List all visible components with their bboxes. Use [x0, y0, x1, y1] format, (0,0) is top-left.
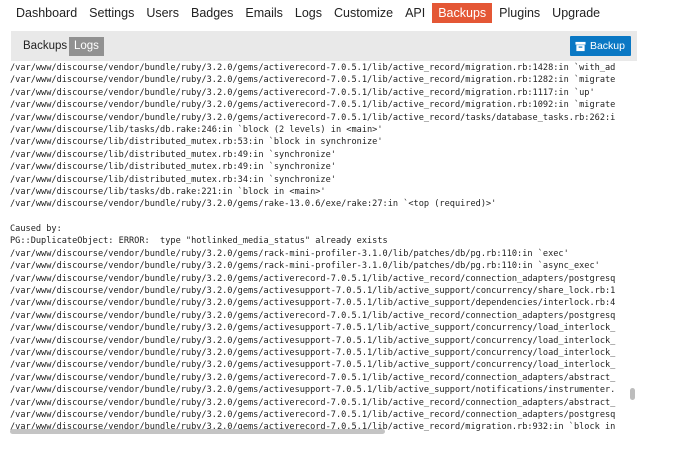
- tab-logs[interactable]: Logs: [69, 37, 104, 56]
- log-line: /var/www/discourse/lib/distributed_mutex…: [10, 137, 383, 148]
- log-line: /var/www/discourse/lib/distributed_mutex…: [10, 162, 336, 173]
- log-line: /var/www/discourse/lib/distributed_mutex…: [10, 149, 336, 160]
- log-line: /var/www/discourse/vendor/bundle/ruby/3.…: [10, 372, 616, 383]
- log-line: /var/www/discourse/lib/tasks/db.rake:221…: [10, 186, 326, 197]
- vertical-scrollbar[interactable]: [630, 62, 636, 434]
- log-line: /var/www/discourse/vendor/bundle/ruby/3.…: [10, 360, 616, 371]
- log-line: /var/www/discourse/vendor/bundle/ruby/3.…: [10, 63, 616, 73]
- vertical-scrollbar-thumb[interactable]: [630, 388, 635, 400]
- log-line: Caused by:: [10, 224, 62, 235]
- admin-nav: Dashboard Settings Users Badges Emails Logs Cu…: [10, 3, 606, 23]
- archive-icon: [575, 41, 586, 51]
- log-line: /var/www/discourse/vendor/bundle/ruby/3.…: [10, 397, 616, 408]
- log-line: /var/www/discourse/vendor/bundle/ruby/3.…: [10, 286, 616, 297]
- nav-item-customize[interactable]: Customize: [328, 3, 399, 23]
- backup-button[interactable]: Backup: [569, 36, 631, 56]
- log-line: /var/www/discourse/vendor/bundle/ruby/3.…: [10, 261, 600, 272]
- log-line: /var/www/discourse/vendor/bundle/ruby/3.…: [10, 298, 616, 309]
- nav-item-dashboard[interactable]: Dashboard: [10, 3, 83, 23]
- log-line: /var/www/discourse/lib/tasks/db.rake:246…: [10, 124, 383, 135]
- log-line: /var/www/discourse/vendor/bundle/ruby/3.…: [10, 112, 616, 123]
- log-line: /var/www/discourse/vendor/bundle/ruby/3.…: [10, 87, 595, 98]
- log-line: /var/www/discourse/vendor/bundle/ruby/3.…: [10, 75, 616, 86]
- nav-item-plugins[interactable]: Plugins: [493, 3, 546, 23]
- log-line: /var/www/discourse/lib/distributed_mutex…: [10, 174, 336, 185]
- backup-button-label: Backup: [589, 40, 625, 52]
- nav-item-settings[interactable]: Settings: [83, 3, 140, 23]
- log-line: /var/www/discourse/vendor/bundle/ruby/3.…: [10, 323, 616, 334]
- log-line: /var/www/discourse/vendor/bundle/ruby/3.…: [10, 273, 616, 284]
- tab-backups[interactable]: Backups: [18, 37, 72, 56]
- log-line: /var/www/discourse/vendor/bundle/ruby/3.…: [10, 347, 616, 358]
- nav-item-users[interactable]: Users: [140, 3, 185, 23]
- backups-subnav: Backups Logs Backup: [11, 31, 637, 61]
- nav-item-upgrade[interactable]: Upgrade: [546, 3, 606, 23]
- log-line: /var/www/discourse/vendor/bundle/ruby/3.…: [10, 248, 569, 259]
- log-line: /var/www/discourse/vendor/bundle/ruby/3.…: [10, 335, 616, 346]
- horizontal-scrollbar-thumb[interactable]: [10, 429, 385, 434]
- nav-item-backups[interactable]: Backups: [432, 3, 493, 23]
- nav-item-logs[interactable]: Logs: [289, 3, 328, 23]
- log-line: /var/www/discourse/vendor/bundle/ruby/3.…: [10, 409, 616, 420]
- log-line: PG::DuplicateObject: ERROR: type "hotlin…: [10, 236, 388, 247]
- log-line: /var/www/discourse/vendor/bundle/ruby/3.…: [10, 199, 497, 210]
- log-output[interactable]: /var/www/discourse/vendor/bundle/ruby/3.…: [10, 62, 632, 434]
- log-line: /var/www/discourse/vendor/bundle/ruby/3.…: [10, 100, 616, 111]
- log-line: /var/www/discourse/vendor/bundle/ruby/3.…: [10, 310, 616, 321]
- log-lines: /var/www/discourse/vendor/bundle/ruby/3.…: [10, 62, 615, 434]
- nav-item-api[interactable]: API: [399, 3, 431, 23]
- nav-item-badges[interactable]: Badges: [185, 3, 239, 23]
- log-line: /var/www/discourse/vendor/bundle/ruby/3.…: [10, 385, 616, 396]
- nav-item-emails[interactable]: Emails: [239, 3, 289, 23]
- horizontal-scrollbar[interactable]: [10, 429, 630, 435]
